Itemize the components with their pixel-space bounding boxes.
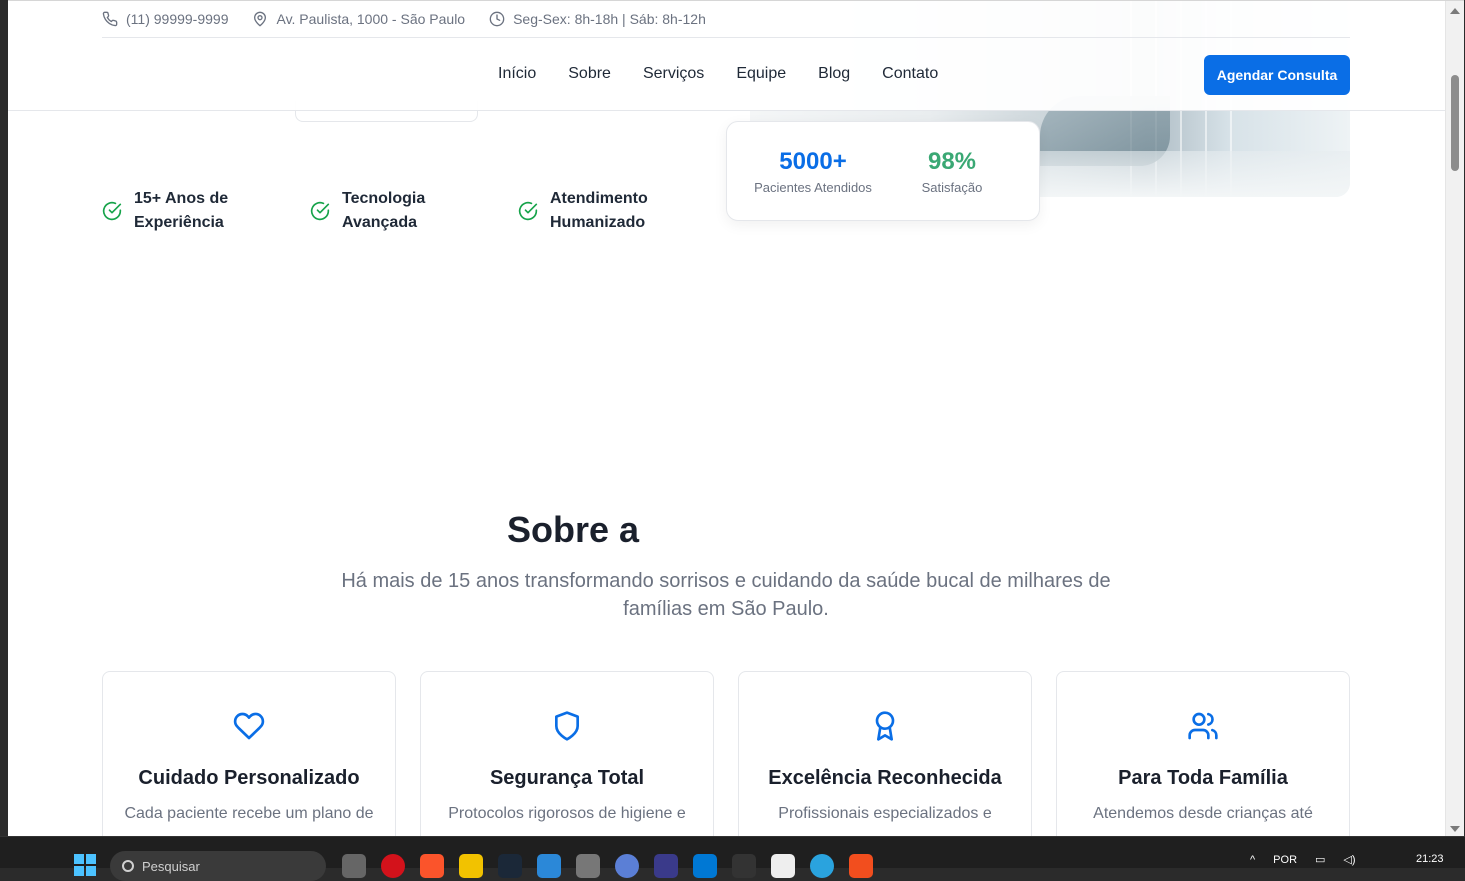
check-circle-icon xyxy=(518,201,538,221)
steam-icon[interactable] xyxy=(498,854,522,878)
clock[interactable]: 21:23 xyxy=(1416,853,1444,865)
clock-icon xyxy=(489,11,505,27)
nav-links: Início Sobre Serviços Equipe Blog Contat… xyxy=(498,65,938,83)
feature-item: 15+ Anos de Experiência xyxy=(102,187,310,235)
award-icon xyxy=(875,711,895,741)
check-circle-icon xyxy=(310,201,330,221)
address-text: Av. Paulista, 1000 - São Paulo xyxy=(276,11,466,27)
address-info: Av. Paulista, 1000 - São Paulo xyxy=(252,11,465,27)
file-explorer-icon[interactable] xyxy=(459,854,483,878)
feature-text: 15+ Anos de Experiência xyxy=(134,190,229,231)
brave-icon[interactable] xyxy=(420,854,444,878)
users-icon xyxy=(1188,712,1218,740)
card-personalized-care: Cuidado Personalizado Cada paciente rece… xyxy=(102,671,396,836)
feature-text: Atendimento Humanizado xyxy=(550,190,648,231)
nav-link-equipe[interactable]: Equipe xyxy=(736,65,786,83)
schedule-appointment-button[interactable]: Agendar Consulta xyxy=(1204,55,1350,95)
stats-card: 5000+ Pacientes Atendidos 98% Satisfação xyxy=(726,121,1040,221)
feature-item: Tecnologia Avançada xyxy=(310,187,518,235)
about-title: Sobre a xyxy=(506,509,640,550)
feature-item: Atendimento Humanizado xyxy=(518,187,726,235)
volume-icon[interactable]: ◁) xyxy=(1343,853,1355,866)
capcut-icon[interactable] xyxy=(732,854,756,878)
main-nav: Início Sobre Serviços Equipe Blog Contat… xyxy=(8,38,1445,111)
taskbar-search[interactable]: Pesquisar xyxy=(110,851,326,881)
about-subtitle: Há mais de 15 anos transformando sorriso… xyxy=(341,570,1111,620)
card-description: Cada paciente recebe um plano de xyxy=(124,805,374,822)
card-title: Para Toda Família xyxy=(1118,767,1288,789)
nav-link-sobre[interactable]: Sobre xyxy=(568,65,611,83)
contact-topbar: (11) 99999-9999 Av. Paulista, 1000 - São… xyxy=(102,1,1350,38)
map-pin-icon xyxy=(254,11,267,27)
card-excellence: Excelência Reconhecida Profissionais esp… xyxy=(738,671,1032,836)
vscode-icon[interactable] xyxy=(693,854,717,878)
site-header: (11) 99999-9999 Av. Paulista, 1000 - São… xyxy=(8,1,1445,111)
figma-icon[interactable] xyxy=(849,854,873,878)
taskbar: Pesquisar ^ POR ▭ ◁) 21:23 xyxy=(0,836,1465,881)
telegram-icon[interactable] xyxy=(810,854,834,878)
store-icon[interactable] xyxy=(537,854,561,878)
network-icon[interactable]: ▭ xyxy=(1315,853,1325,866)
search-icon xyxy=(122,860,134,872)
nav-link-contato[interactable]: Contato xyxy=(882,65,938,83)
card-description: Protocolos rigorosos de higiene e xyxy=(448,805,686,822)
card-title: Segurança Total xyxy=(489,767,645,789)
nav-link-blog[interactable]: Blog xyxy=(818,65,850,83)
language-indicator[interactable]: POR xyxy=(1273,854,1297,866)
nav-link-inicio[interactable]: Início xyxy=(498,65,536,83)
system-tray: ^ POR ▭ ◁) xyxy=(1250,853,1356,867)
page-viewport: (11) 99999-9999 Av. Paulista, 1000 - São… xyxy=(8,1,1445,836)
heart-icon xyxy=(233,712,265,740)
chevron-up-icon[interactable]: ^ xyxy=(1250,854,1255,866)
feature-text: Tecnologia Avançada xyxy=(342,190,426,231)
scrollbar-thumb[interactable] xyxy=(1451,75,1459,171)
app-icon[interactable] xyxy=(576,854,600,878)
task-view-icon[interactable] xyxy=(342,854,366,878)
notion-icon[interactable] xyxy=(771,854,795,878)
stat-satisfaction: 98% Satisfação xyxy=(917,148,987,195)
scroll-up-arrow[interactable] xyxy=(1450,8,1460,14)
windows-start-icon[interactable] xyxy=(74,854,96,876)
shield-icon xyxy=(555,711,579,741)
stat-value: 5000+ xyxy=(779,148,847,175)
browser-window: (11) 99999-9999 Av. Paulista, 1000 - São… xyxy=(8,0,1464,836)
card-whole-family: Para Toda Família Atendemos desde crianç… xyxy=(1056,671,1350,836)
phone-icon xyxy=(102,11,118,27)
stat-label: Satisfação xyxy=(921,180,983,195)
taskbar-apps xyxy=(342,854,873,878)
card-description: Atendemos desde crianças até xyxy=(1093,805,1313,822)
nav-link-servicos[interactable]: Serviços xyxy=(643,65,704,83)
qbittorrent-icon[interactable] xyxy=(615,854,639,878)
hero-features: 15+ Anos de Experiência Tecnologia Avançad… xyxy=(102,187,726,235)
phone-text: (11) 99999-9999 xyxy=(126,11,229,27)
phone-info[interactable]: (11) 99999-9999 xyxy=(102,11,228,27)
about-cards: Cuidado Personalizado Cada paciente rece… xyxy=(102,671,1350,836)
card-title: Excelência Reconhecida xyxy=(768,767,1002,789)
opera-icon[interactable] xyxy=(381,854,405,878)
card-title: Cuidado Personalizado xyxy=(138,767,360,789)
scroll-down-arrow[interactable] xyxy=(1450,826,1460,832)
hours-info: Seg-Sex: 8h-18h | Sáb: 8h-12h xyxy=(489,11,706,27)
check-circle-icon xyxy=(102,201,122,221)
winamp-icon[interactable] xyxy=(654,854,678,878)
stat-value: 98% xyxy=(927,148,977,175)
card-total-safety: Segurança Total Protocolos rigorosos de … xyxy=(420,671,714,836)
stat-patients: 5000+ Pacientes Atendidos xyxy=(751,148,875,195)
card-description: Profissionais especializados e xyxy=(778,805,992,822)
vertical-scrollbar[interactable] xyxy=(1445,1,1464,836)
stat-label: Pacientes Atendidos xyxy=(754,180,872,195)
hours-text: Seg-Sex: 8h-18h | Sáb: 8h-12h xyxy=(513,11,706,27)
search-placeholder: Pesquisar xyxy=(142,858,200,874)
